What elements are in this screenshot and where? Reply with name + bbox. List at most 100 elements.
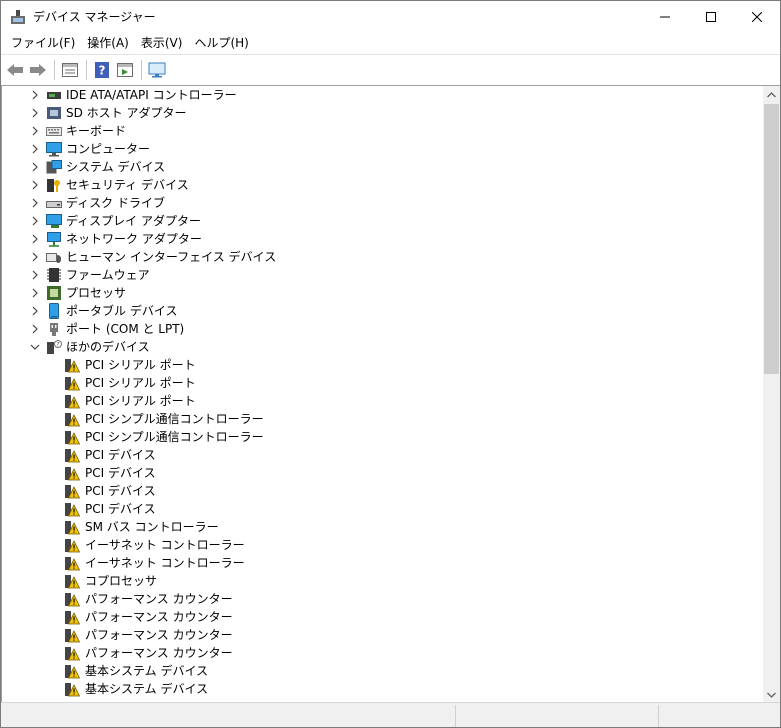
back-icon xyxy=(7,63,23,76)
status-pane-main xyxy=(1,705,456,727)
tree-node-device[interactable]: 基本システム デバイス xyxy=(2,680,762,698)
device-label: SM バス コントローラー xyxy=(85,520,219,534)
maximize-button[interactable] xyxy=(688,1,734,32)
device-warning-icon xyxy=(65,413,80,427)
display-adapter-icon xyxy=(46,214,62,228)
network-adapter-icon xyxy=(47,232,61,247)
device-warning-icon xyxy=(65,683,80,697)
tree-node-device[interactable]: PCI デバイス xyxy=(2,446,762,464)
tree-node-display-adapters[interactable]: ディスプレイ アダプター xyxy=(2,212,762,230)
scroll-up-button[interactable] xyxy=(763,86,780,103)
category-label: ファームウェア xyxy=(66,268,150,282)
tree-node-device[interactable]: PCI デバイス xyxy=(2,482,762,500)
chevron-right-icon[interactable] xyxy=(30,180,40,190)
firmware-icon xyxy=(47,268,61,282)
chevron-right-icon[interactable] xyxy=(30,162,40,172)
tree-node-device[interactable]: イーサネット コントローラー xyxy=(2,554,762,572)
view-button[interactable] xyxy=(114,59,136,81)
device-warning-icon xyxy=(65,521,80,535)
tree-node-network-adapters[interactable]: ネットワーク アダプター xyxy=(2,230,762,248)
device-warning-icon xyxy=(65,647,80,661)
menu-view[interactable]: 表示(V) xyxy=(135,33,189,53)
tree-node-device[interactable]: PCI シリアル ポート xyxy=(2,374,762,392)
help-button[interactable]: ? xyxy=(91,59,113,81)
minimize-button[interactable] xyxy=(642,1,688,32)
device-warning-icon xyxy=(65,575,80,589)
tree-node-processors[interactable]: プロセッサ xyxy=(2,284,762,302)
portable-device-icon xyxy=(49,303,59,319)
device-label: 基本システム デバイス xyxy=(85,664,209,678)
properties-icon xyxy=(62,62,78,77)
device-label: パフォーマンス カウンター xyxy=(85,646,233,660)
tree-node-device[interactable]: PCI シリアル ポート xyxy=(2,356,762,374)
device-label: PCI シリアル ポート xyxy=(85,376,196,390)
chevron-right-icon[interactable] xyxy=(30,324,40,334)
tree-node-device[interactable]: パフォーマンス カウンター xyxy=(2,644,762,662)
tree-node-security-devices[interactable]: セキュリティ デバイス xyxy=(2,176,762,194)
chevron-right-icon[interactable] xyxy=(30,126,40,136)
tree-node-device[interactable]: PCI デバイス xyxy=(2,500,762,518)
device-tree: IDE ATA/ATAPI コントローラー SD ホスト アダプター キーボード… xyxy=(2,86,762,698)
scroll-thumb[interactable] xyxy=(764,104,779,374)
forward-button[interactable] xyxy=(27,59,49,81)
close-button[interactable] xyxy=(734,1,780,32)
device-warning-icon xyxy=(65,593,80,607)
tree-node-device[interactable]: パフォーマンス カウンター xyxy=(2,608,762,626)
tree-node-ide-controllers[interactable]: IDE ATA/ATAPI コントローラー xyxy=(2,86,762,104)
chevron-right-icon[interactable] xyxy=(30,306,40,316)
chevron-right-icon[interactable] xyxy=(30,216,40,226)
tree-node-computer[interactable]: コンピューター xyxy=(2,140,762,158)
device-warning-icon xyxy=(65,503,80,517)
tree-node-portable-devices[interactable]: ポータブル デバイス xyxy=(2,302,762,320)
tree-node-device[interactable]: PCI デバイス xyxy=(2,464,762,482)
chevron-right-icon[interactable] xyxy=(30,252,40,262)
device-label: イーサネット コントローラー xyxy=(85,556,245,570)
tree-node-firmware[interactable]: ファームウェア xyxy=(2,266,762,284)
device-warning-icon xyxy=(65,431,80,445)
title-bar[interactable]: デバイス マネージャー xyxy=(1,1,780,32)
tree-node-ports[interactable]: ポート (COM と LPT) xyxy=(2,320,762,338)
chevron-right-icon[interactable] xyxy=(30,198,40,208)
chevron-right-icon[interactable] xyxy=(30,288,40,298)
back-button[interactable] xyxy=(4,59,26,81)
menu-file[interactable]: ファイル(F) xyxy=(5,33,81,53)
vertical-scrollbar[interactable] xyxy=(763,86,780,702)
menu-help[interactable]: ヘルプ(H) xyxy=(188,33,254,53)
chevron-right-icon[interactable] xyxy=(30,108,40,118)
tree-node-device[interactable]: イーサネット コントローラー xyxy=(2,536,762,554)
tree-node-hid[interactable]: ヒューマン インターフェイス デバイス xyxy=(2,248,762,266)
tree-node-disk-drives[interactable]: ディスク ドライブ xyxy=(2,194,762,212)
chevron-down-icon[interactable] xyxy=(30,342,40,352)
maximize-icon xyxy=(706,11,716,22)
tree-node-system-devices[interactable]: システム デバイス xyxy=(2,158,762,176)
scroll-down-button[interactable] xyxy=(763,686,780,702)
tree-node-device[interactable]: PCI シンプル通信コントローラー xyxy=(2,410,762,428)
scan-hardware-button[interactable] xyxy=(146,59,168,81)
tree-node-device[interactable]: コプロセッサ xyxy=(2,572,762,590)
chevron-right-icon[interactable] xyxy=(30,234,40,244)
other-devices-icon: ? xyxy=(47,340,62,354)
category-label: セキュリティ デバイス xyxy=(66,178,189,192)
chevron-down-icon xyxy=(767,692,776,698)
view-icon xyxy=(117,62,133,77)
tree-node-device[interactable]: 基本システム デバイス xyxy=(2,662,762,680)
tree-node-device[interactable]: SM バス コントローラー xyxy=(2,518,762,536)
forward-icon xyxy=(30,63,46,76)
tree-node-sd-host[interactable]: SD ホスト アダプター xyxy=(2,104,762,122)
properties-button[interactable] xyxy=(59,59,81,81)
device-warning-icon xyxy=(65,395,80,409)
tree-node-device[interactable]: PCI シンプル通信コントローラー xyxy=(2,428,762,446)
tree-node-keyboards[interactable]: キーボード xyxy=(2,122,762,140)
tree-node-other-devices[interactable]: ? ほかのデバイス xyxy=(2,338,762,356)
tree-node-device[interactable]: PCI シリアル ポート xyxy=(2,392,762,410)
status-bar xyxy=(1,702,780,727)
tree-node-device[interactable]: パフォーマンス カウンター xyxy=(2,590,762,608)
tree-node-device[interactable]: パフォーマンス カウンター xyxy=(2,626,762,644)
menu-action[interactable]: 操作(A) xyxy=(81,33,135,53)
chevron-right-icon[interactable] xyxy=(30,144,40,154)
device-label: イーサネット コントローラー xyxy=(85,538,245,552)
chevron-right-icon[interactable] xyxy=(30,90,40,100)
device-tree-pane: IDE ATA/ATAPI コントローラー SD ホスト アダプター キーボード… xyxy=(1,85,780,702)
chevron-right-icon[interactable] xyxy=(30,270,40,280)
svg-text:?: ? xyxy=(99,63,106,77)
